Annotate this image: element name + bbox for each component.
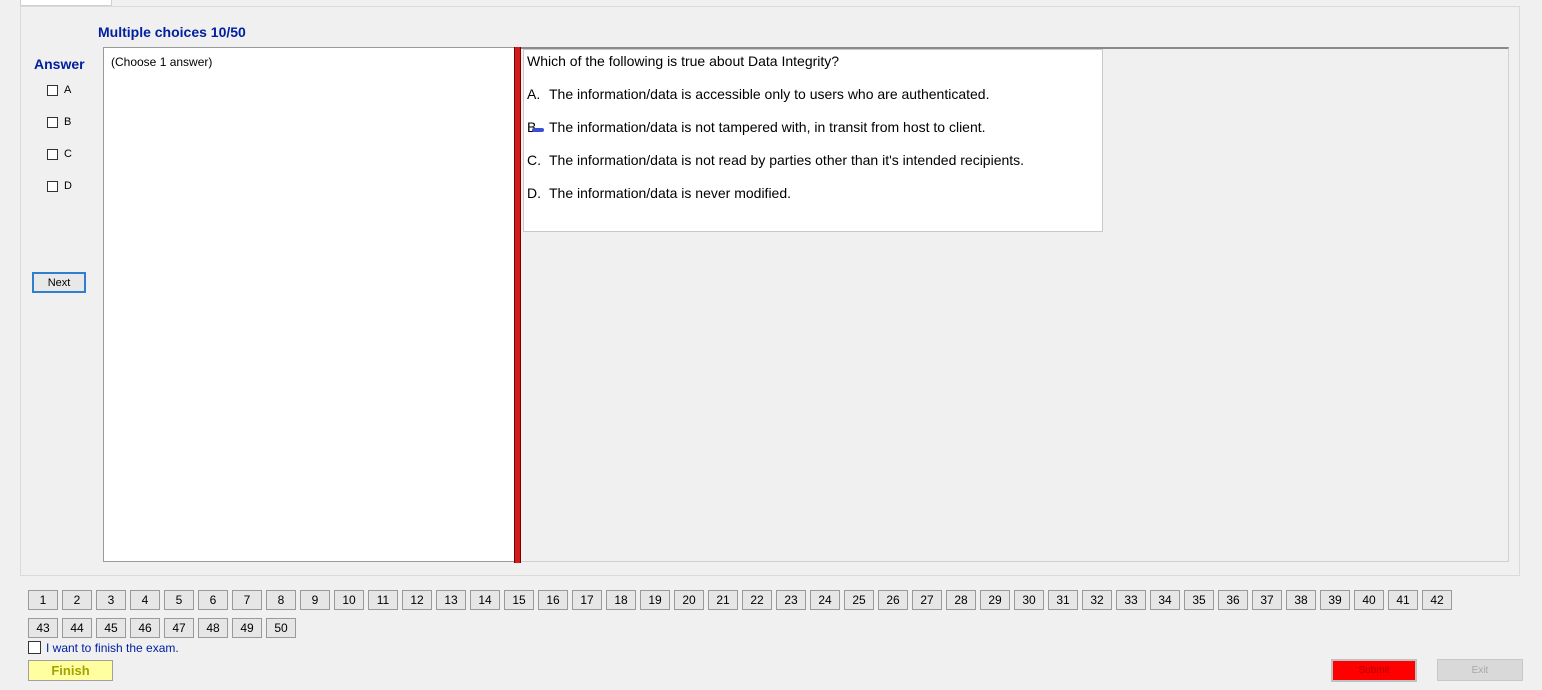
exit-button[interactable]: Exit (1437, 659, 1523, 681)
question-nav-button[interactable]: 26 (878, 590, 908, 610)
choice-d-letter: D. (527, 185, 541, 201)
question-nav-button[interactable]: 14 (470, 590, 500, 610)
question-nav-button[interactable]: 47 (164, 618, 194, 638)
question-nav-button[interactable]: 8 (266, 590, 296, 610)
question-nav-button[interactable]: 36 (1218, 590, 1248, 610)
question-nav-button[interactable]: 5 (164, 590, 194, 610)
question-nav-button[interactable]: 13 (436, 590, 466, 610)
question-nav-button[interactable]: 35 (1184, 590, 1214, 610)
question-nav-button[interactable]: 19 (640, 590, 670, 610)
question-nav-button[interactable]: 49 (232, 618, 262, 638)
choice-c: C. The information/data is not read by pa… (527, 152, 1024, 168)
question-nav-button[interactable]: 34 (1150, 590, 1180, 610)
panel-splitter[interactable] (514, 47, 521, 563)
question-nav-button[interactable]: 30 (1014, 590, 1044, 610)
question-nav-button[interactable]: 32 (1082, 590, 1112, 610)
question-nav-button[interactable]: 11 (368, 590, 398, 610)
question-nav-button[interactable]: 3 (96, 590, 126, 610)
question-nav-button[interactable]: 20 (674, 590, 704, 610)
answer-label: Answer (34, 56, 85, 72)
question-nav-button[interactable]: 50 (266, 618, 296, 638)
question-nav-button[interactable]: 43 (28, 618, 58, 638)
question-nav-button[interactable]: 23 (776, 590, 806, 610)
choice-b-letter: B. (527, 119, 541, 135)
question-nav-button[interactable]: 37 (1252, 590, 1282, 610)
question-nav-button[interactable]: 9 (300, 590, 330, 610)
choice-d-text: The information/data is never modified. (549, 185, 792, 201)
instructions-panel: (Choose 1 answer) (103, 47, 514, 562)
question-nav-button[interactable]: 17 (572, 590, 602, 610)
next-button[interactable]: Next (32, 272, 86, 293)
choice-b-text: The information/data is not tampered wit… (549, 119, 986, 135)
question-nav-button[interactable]: 16 (538, 590, 568, 610)
checkbox-b[interactable] (47, 116, 58, 128)
choice-d: D. The information/data is never modified… (527, 185, 791, 201)
checkbox-a[interactable] (47, 84, 58, 96)
question-text: Which of the following is true about Dat… (527, 53, 840, 69)
question-nav-button[interactable]: 39 (1320, 590, 1350, 610)
option-d-label: D (64, 180, 72, 192)
question-nav-button[interactable]: 48 (198, 618, 228, 638)
submit-button[interactable]: Submit (1331, 659, 1417, 682)
choice-a-letter: A. (527, 86, 541, 102)
choice-c-letter: C. (527, 152, 541, 168)
answer-option-b[interactable]: B (47, 115, 71, 129)
finish-confirm-label[interactable]: I want to finish the exam. (46, 641, 179, 655)
question-nav-button[interactable]: 18 (606, 590, 636, 610)
question-nav-button[interactable]: 15 (504, 590, 534, 610)
question-nav-button[interactable]: 21 (708, 590, 738, 610)
choice-a-text: The information/data is accessible only … (549, 86, 990, 102)
question-nav-button[interactable]: 10 (334, 590, 364, 610)
question-nav-button[interactable]: 12 (402, 590, 432, 610)
choice-c-text: The information/data is not read by part… (549, 152, 1025, 168)
question-nav-button[interactable]: 33 (1116, 590, 1146, 610)
question-nav-button[interactable]: 42 (1422, 590, 1452, 610)
option-c-label: C (64, 148, 72, 160)
question-nav-button[interactable]: 29 (980, 590, 1010, 610)
answer-option-c[interactable]: C (47, 147, 72, 161)
choose-hint: (Choose 1 answer) (111, 55, 213, 69)
option-b-label: B (64, 116, 72, 128)
question-counter-title: Multiple choices 10/50 (98, 24, 246, 40)
question-nav-button[interactable]: 31 (1048, 590, 1078, 610)
question-nav-button[interactable]: 2 (62, 590, 92, 610)
question-nav-button[interactable]: 4 (130, 590, 160, 610)
question-box: Which of the following is true about Dat… (523, 49, 1103, 232)
checkbox-c[interactable] (47, 148, 58, 160)
question-nav-button[interactable]: 27 (912, 590, 942, 610)
question-nav-button[interactable]: 22 (742, 590, 772, 610)
choice-a: A. The information/data is accessible onl… (527, 86, 989, 102)
question-nav-button[interactable]: 24 (810, 590, 840, 610)
answer-option-d[interactable]: D (47, 179, 72, 193)
question-nav-button[interactable]: 38 (1286, 590, 1316, 610)
question-nav-button[interactable]: 40 (1354, 590, 1384, 610)
question-nav-button[interactable]: 41 (1388, 590, 1418, 610)
finish-confirm-checkbox[interactable] (28, 641, 41, 654)
pen-mark (532, 128, 544, 132)
option-a-label: A (64, 84, 72, 96)
question-nav-button[interactable]: 46 (130, 618, 160, 638)
question-nav-button[interactable]: 28 (946, 590, 976, 610)
question-nav-button[interactable]: 7 (232, 590, 262, 610)
question-nav-button[interactable]: 6 (198, 590, 228, 610)
choice-b: B. The information/data is not tampered w… (527, 119, 986, 135)
question-nav-button[interactable]: 1 (28, 590, 58, 610)
checkbox-d[interactable] (47, 180, 58, 192)
finish-button[interactable]: Finish (28, 660, 113, 681)
question-nav-button[interactable]: 45 (96, 618, 126, 638)
question-nav-button[interactable]: 25 (844, 590, 874, 610)
answer-option-a[interactable]: A (47, 83, 71, 97)
question-nav-button[interactable]: 44 (62, 618, 92, 638)
